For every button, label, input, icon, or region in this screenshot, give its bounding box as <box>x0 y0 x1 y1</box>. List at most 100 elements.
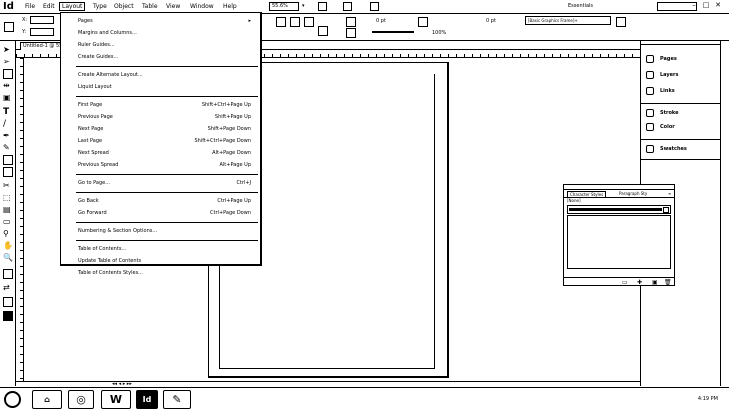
new-style-icon[interactable]: ▣ <box>652 279 658 286</box>
stroke-weight[interactable]: 0 pt <box>376 18 386 24</box>
apply-color-icon[interactable] <box>3 297 13 307</box>
shear-icon[interactable] <box>290 17 300 27</box>
rectangle-tool-icon[interactable] <box>3 167 13 177</box>
style-list-item-selected[interactable] <box>569 208 662 211</box>
menu-item-update-table-of-contents[interactable]: Update Table of Contents <box>78 256 258 266</box>
rectangle-frame-tool-icon[interactable] <box>3 155 13 165</box>
panel-stroke[interactable]: Stroke <box>641 107 721 121</box>
tab-character-styles[interactable]: Character Styles <box>567 191 607 197</box>
selection-tool-icon[interactable]: ➤ <box>3 45 13 55</box>
menu-object[interactable]: Object <box>114 3 134 10</box>
workspace-switcher[interactable]: Essentials <box>568 3 593 9</box>
free-transform-tool-icon[interactable]: ⬚ <box>3 193 13 203</box>
screen-mode-icon[interactable] <box>343 2 352 11</box>
x-field[interactable] <box>30 16 54 24</box>
close-icon[interactable]: ✕ <box>714 1 722 10</box>
panel-pages[interactable]: Pages <box>641 53 721 67</box>
clear-overrides-icon[interactable]: ✚ <box>637 279 642 286</box>
note-tool-icon[interactable]: ▭ <box>3 217 13 227</box>
style-list[interactable] <box>567 205 671 214</box>
content-collector-icon[interactable]: ▣ <box>3 93 13 103</box>
panel-color[interactable]: Color <box>641 121 721 135</box>
start-button[interactable] <box>4 391 21 408</box>
menu-item-last-page[interactable]: Last Page Shift+Ctrl+Page Down <box>78 136 258 146</box>
pen-tool-icon[interactable]: ✒ <box>3 131 13 141</box>
panel-menu-icon[interactable]: ≡ <box>668 191 671 196</box>
system-tray-clock[interactable]: 4:19 PM <box>578 396 718 404</box>
menu-table[interactable]: Table <box>142 3 158 10</box>
taskbar-word-icon[interactable]: W <box>101 390 131 409</box>
panel-dock-header[interactable] <box>641 41 721 45</box>
menu-item-go-back[interactable]: Go Back Ctrl+Page Up <box>78 196 258 206</box>
menu-item-go-to-page[interactable]: Go to Page... Ctrl+J <box>78 178 258 188</box>
menu-item-next-spread[interactable]: Next Spread Alt+Page Down <box>78 148 258 158</box>
taskbar-indesign-icon[interactable]: Id <box>136 390 158 409</box>
hand-tool-icon[interactable]: ✋ <box>3 241 13 251</box>
menu-item-table-of-contents-styles[interactable]: Table of Contents Styles... <box>78 268 258 278</box>
menu-item-pages[interactable]: Pages ▸ <box>78 16 258 26</box>
swap-fill-stroke-icon[interactable]: ⇄ <box>3 283 13 293</box>
fill-swatch-icon[interactable] <box>3 269 13 279</box>
gradient-tool-icon[interactable]: ▤ <box>3 205 13 215</box>
menu-item-previous-spread[interactable]: Previous Spread Alt+Page Up <box>78 160 258 170</box>
menu-item-create-guides[interactable]: Create Guides... <box>78 52 258 62</box>
direct-selection-tool-icon[interactable]: ➢ <box>3 57 13 67</box>
fill-icon[interactable] <box>346 17 356 27</box>
panel-links[interactable]: Links <box>641 85 721 99</box>
screen-mode-normal-icon[interactable] <box>3 311 13 321</box>
minimize-icon[interactable]: – <box>690 1 698 10</box>
view-options-icon[interactable] <box>318 2 327 11</box>
rotate-icon[interactable] <box>276 17 286 27</box>
menu-item-create-alternate-layout[interactable]: Create Alternate Layout... <box>78 70 258 80</box>
style-list-area[interactable] <box>567 215 671 269</box>
tab-paragraph-styles[interactable]: Paragraph Sty <box>619 191 647 196</box>
delete-style-icon[interactable]: 🗑 <box>664 279 672 286</box>
menu-edit[interactable]: Edit <box>43 3 55 10</box>
menu-view[interactable]: View <box>166 3 180 10</box>
stroke-swatch-icon[interactable] <box>346 28 356 38</box>
type-tool-icon[interactable]: T <box>3 107 13 117</box>
page-tool-icon[interactable] <box>3 69 13 79</box>
eyedropper-tool-icon[interactable]: ⚲ <box>3 229 13 239</box>
new-group-icon[interactable]: ▭ <box>622 279 628 286</box>
menu-item-liquid-layout[interactable]: Liquid Layout <box>78 82 258 92</box>
zoom-tool-icon[interactable]: 🔍 <box>3 253 13 263</box>
menu-item-numbering-section-options[interactable]: Numbering & Section Options... <box>78 226 258 236</box>
line-tool-icon[interactable]: / <box>3 119 13 129</box>
menu-item-go-forward[interactable]: Go Forward Ctrl+Page Down <box>78 208 258 218</box>
menu-type[interactable]: Type <box>93 3 107 10</box>
maximize-icon[interactable]: □ <box>702 1 710 10</box>
pencil-tool-icon[interactable]: ✎ <box>3 143 13 153</box>
menu-item-previous-page[interactable]: Previous Page Shift+Page Up <box>78 112 258 122</box>
menu-layout[interactable]: Layout <box>59 2 86 11</box>
quick-apply-icon[interactable] <box>616 17 626 27</box>
y-field[interactable] <box>30 28 54 36</box>
menu-item-ruler-guides[interactable]: Ruler Guides... <box>78 40 258 50</box>
arrange-documents-icon[interactable] <box>370 2 379 11</box>
menu-item-next-page[interactable]: Next Page Shift+Page Down <box>78 124 258 134</box>
fx-icon[interactable] <box>418 17 428 27</box>
reference-point-icon[interactable] <box>4 22 14 32</box>
panel-layers[interactable]: Layers <box>641 69 721 83</box>
menu-help[interactable]: Help <box>223 3 237 10</box>
gap-tool-icon[interactable]: ⇹ <box>3 81 13 91</box>
scissors-tool-icon[interactable]: ✂ <box>3 181 13 191</box>
taskbar-paint-icon[interactable]: ✎ <box>163 390 191 409</box>
select-container-icon[interactable] <box>318 26 328 36</box>
menu-window[interactable]: Window <box>190 3 214 10</box>
zoom-dropdown-icon[interactable]: ▾ <box>302 3 305 9</box>
stroke-type-line[interactable] <box>372 31 414 33</box>
flip-icon[interactable] <box>304 17 314 27</box>
vertical-scrollbar[interactable] <box>720 41 729 386</box>
taskbar-file-explorer-icon[interactable]: ⌂ <box>32 390 62 409</box>
zoom-level-field[interactable]: 55.6% <box>269 2 299 11</box>
menu-item-table-of-contents[interactable]: Table of Contents... <box>78 244 258 254</box>
object-style-select[interactable]: [Basic Graphics Frame]+ <box>525 16 611 25</box>
opacity-field[interactable]: 100% <box>432 30 446 36</box>
menu-item-first-page[interactable]: First Page Shift+Ctrl+Page Up <box>78 100 258 110</box>
panel-swatches[interactable]: Swatches <box>641 143 721 157</box>
taskbar-chrome-icon[interactable]: ◎ <box>68 390 94 409</box>
offset-field[interactable]: 0 pt <box>486 18 496 24</box>
menu-file[interactable]: File <box>25 3 35 10</box>
menu-item-margins-and-columns[interactable]: Margins and Columns... <box>78 28 258 38</box>
